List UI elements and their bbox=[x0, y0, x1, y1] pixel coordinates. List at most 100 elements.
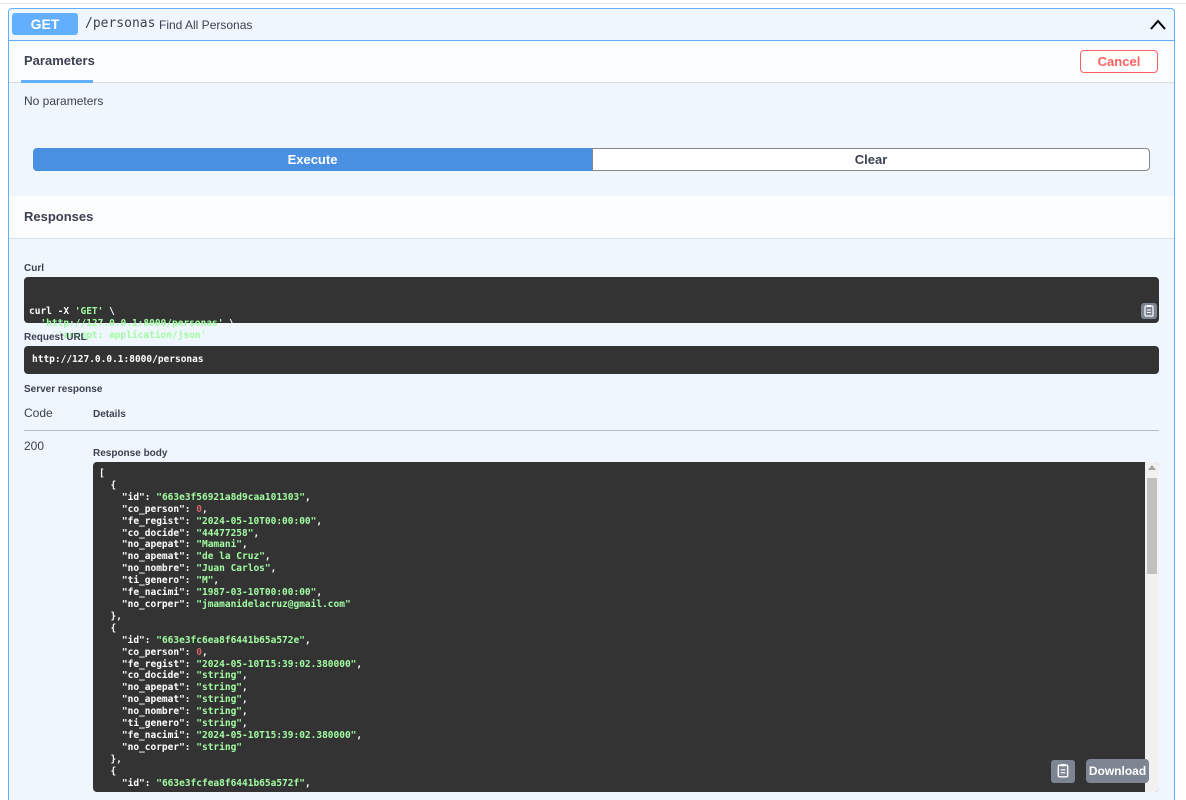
curl-line: 'http://127.0.0.1:8000/personas' \ bbox=[29, 318, 1154, 330]
json-value: "jmamanidelacruz@gmail.com" bbox=[196, 598, 351, 610]
json-value: "string" bbox=[196, 682, 243, 694]
responses-header: Responses bbox=[9, 196, 1174, 239]
json-line: "no_apepat": "string", bbox=[99, 682, 362, 694]
copy-response-button[interactable] bbox=[1051, 760, 1075, 783]
scroll-up-arrow-icon[interactable] bbox=[1148, 465, 1156, 470]
execute-button[interactable]: Execute bbox=[33, 148, 592, 171]
json-value: "string" bbox=[196, 741, 243, 753]
operation-summary-text: Find All Personas bbox=[159, 18, 253, 32]
json-line: }, bbox=[99, 610, 122, 622]
json-key: "ti_genero": bbox=[121, 718, 197, 730]
operation-summary[interactable]: GET /personas Find All Personas bbox=[9, 9, 1174, 41]
json-line: "no_apemat": "string", bbox=[99, 694, 362, 706]
json-key: "no_nombre": bbox=[121, 563, 197, 575]
json-punct: , bbox=[316, 515, 323, 527]
response-body-block[interactable]: [ { "id": "663e3f56921a8d9caa101303", "c… bbox=[93, 462, 1159, 792]
operation-block-get-personas: GET /personas Find All Personas Paramete… bbox=[8, 8, 1175, 800]
download-button[interactable]: Download bbox=[1086, 759, 1149, 783]
json-punct: , bbox=[242, 539, 248, 551]
json-punct: , bbox=[304, 777, 311, 789]
json-key: "no_apemat": bbox=[121, 694, 197, 706]
json-punct: , bbox=[356, 658, 363, 670]
json-punct: , bbox=[242, 670, 248, 682]
response-body-label: Response body bbox=[93, 448, 168, 459]
json-line: "co_person": 0, bbox=[99, 647, 362, 659]
curl-string: 'GET' bbox=[74, 306, 104, 317]
json-line: "id": "663e3fcfea8f6441b65a572f", bbox=[99, 778, 362, 790]
json-line: "fe_nacimi": "2024-05-10T15:39:02.380000… bbox=[99, 730, 362, 742]
json-key: "fe_nacimi": bbox=[121, 587, 197, 599]
json-line: "id": "663e3fc6ea8f6441b65a572e", bbox=[99, 635, 362, 647]
json-punct: , bbox=[213, 575, 220, 587]
chevron-up-icon[interactable] bbox=[1148, 15, 1168, 35]
curl-line: -H 'accept: application/json' bbox=[29, 330, 1154, 342]
responses-title: Responses bbox=[24, 209, 94, 224]
json-punct: , bbox=[242, 706, 248, 718]
method-badge: GET bbox=[12, 13, 78, 35]
response-body-scrollbar[interactable] bbox=[1145, 462, 1159, 792]
scroll-thumb[interactable] bbox=[1147, 478, 1157, 574]
json-line: "no_apemat": "de la Cruz", bbox=[99, 551, 362, 563]
json-line: { bbox=[99, 479, 117, 491]
curl-text: \ bbox=[103, 306, 115, 317]
json-value: "44477258" bbox=[196, 527, 254, 539]
json-key: "no_corper": bbox=[121, 741, 197, 753]
json-punct: , bbox=[201, 646, 208, 658]
status-code: 200 bbox=[24, 439, 45, 453]
curl-label: Curl bbox=[24, 263, 44, 274]
json-value: "Juan Carlos" bbox=[196, 563, 271, 575]
json-value: "2024-05-10T15:39:02.380000" bbox=[196, 658, 357, 670]
json-line: }, bbox=[99, 753, 122, 765]
json-key: "fe_regist": bbox=[121, 515, 197, 527]
json-key: "fe_regist": bbox=[121, 658, 197, 670]
json-value: "1987-03-10T00:00:00" bbox=[196, 587, 317, 599]
json-value: "Mamani" bbox=[196, 539, 243, 551]
tab-parameters[interactable]: Parameters bbox=[21, 53, 95, 83]
curl-text bbox=[29, 318, 40, 329]
top-divider bbox=[0, 0, 1186, 4]
parameters-header: Parameters Cancel bbox=[9, 42, 1174, 83]
json-line: "fe_regist": "2024-05-10T15:39:02.380000… bbox=[99, 659, 362, 671]
json-key: "id": bbox=[121, 634, 157, 646]
clear-button[interactable]: Clear bbox=[592, 148, 1150, 171]
json-line: "ti_genero": "string", bbox=[99, 718, 362, 730]
response-body-text: [ { "id": "663e3f56921a8d9caa101303", "c… bbox=[99, 468, 362, 789]
json-key: "no_nombre": bbox=[121, 706, 197, 718]
json-punct: , bbox=[304, 491, 311, 503]
request-url-block: http://127.0.0.1:8000/personas bbox=[24, 346, 1159, 374]
json-line: "fe_nacimi": "1987-03-10T00:00:00", bbox=[99, 587, 362, 599]
server-response-label: Server response bbox=[24, 384, 103, 395]
json-value: "M" bbox=[196, 575, 214, 587]
json-line: "no_nombre": "Juan Carlos", bbox=[99, 563, 362, 575]
copy-curl-button[interactable] bbox=[1141, 303, 1157, 319]
json-key: "no_apepat": bbox=[121, 682, 197, 694]
curl-block: curl -X 'GET' \ 'http://127.0.0.1:8000/p… bbox=[24, 277, 1159, 341]
json-value: "de la Cruz" bbox=[196, 551, 265, 563]
json-key: "co_person": bbox=[121, 503, 197, 515]
json-line: "no_apepat": "Mamani", bbox=[99, 539, 362, 551]
json-line: { bbox=[99, 765, 117, 777]
json-punct: , bbox=[356, 729, 363, 741]
execute-wrapper: Execute Clear bbox=[33, 148, 1150, 172]
code-column-header: Code bbox=[24, 406, 53, 420]
cancel-button[interactable]: Cancel bbox=[1080, 50, 1158, 73]
json-value: "2024-05-10T00:00:00" bbox=[196, 515, 317, 527]
json-value: "663e3fcfea8f6441b65a572f" bbox=[156, 777, 305, 789]
json-punct: , bbox=[201, 503, 208, 515]
json-value: "string" bbox=[196, 706, 243, 718]
curl-text: curl -X bbox=[29, 306, 75, 317]
curl-line: curl -X 'GET' \ bbox=[29, 306, 1154, 318]
json-key: "id": bbox=[121, 777, 157, 789]
request-url-label: Request URL bbox=[24, 332, 87, 343]
copy-icon bbox=[1057, 764, 1069, 778]
